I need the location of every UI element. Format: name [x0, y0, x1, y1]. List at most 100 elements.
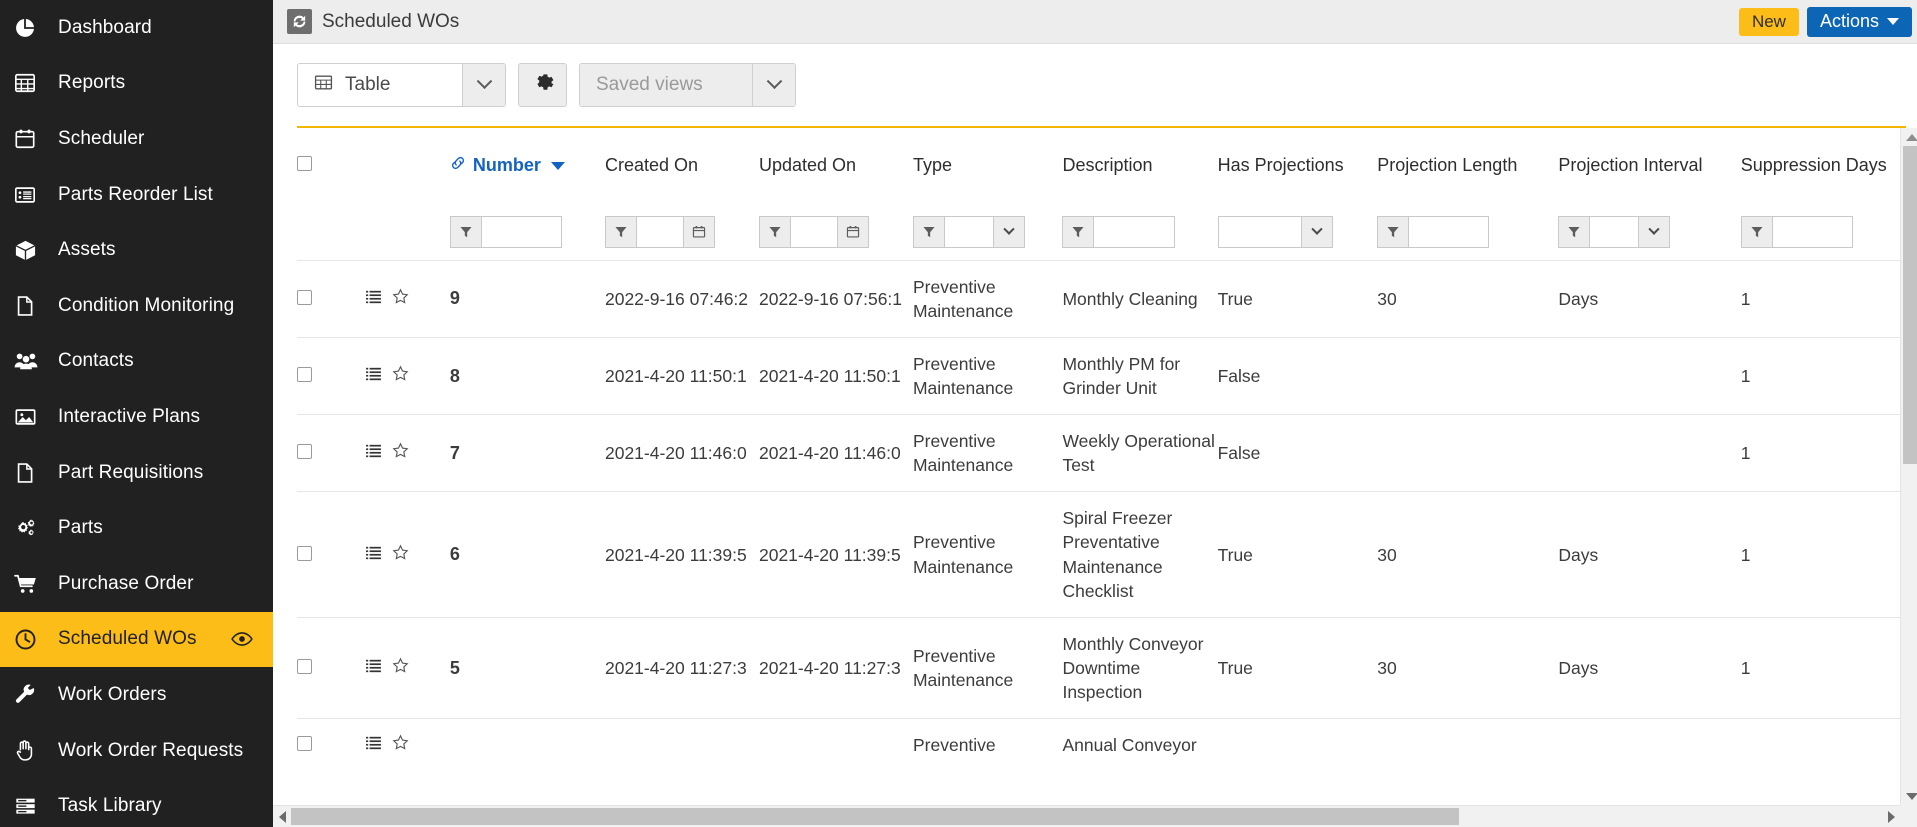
sidebar-item-scheduler[interactable]: Scheduler	[0, 111, 273, 167]
filter-suppression-days-input[interactable]	[1772, 216, 1852, 247]
filter-type-input[interactable]	[944, 216, 993, 247]
column-header-number[interactable]: Number	[450, 128, 605, 204]
row-menu-icon[interactable]	[365, 543, 382, 567]
table-row[interactable]: 6 2021-4-20 11:39:5 2021-4-20 11:39:5 Pr…	[297, 491, 1917, 618]
favorite-star-icon[interactable]	[392, 364, 409, 388]
filter-funnel-icon[interactable]	[1741, 216, 1773, 247]
filter-suppression-days[interactable]	[1740, 215, 1853, 248]
scroll-left-button[interactable]	[273, 810, 291, 823]
row-checkbox[interactable]	[297, 545, 312, 561]
sidebar-item-contacts[interactable]: Contacts	[0, 334, 273, 390]
sidebar-item-purchase-order[interactable]: Purchase Order	[0, 556, 273, 612]
row-menu-icon[interactable]	[365, 656, 382, 680]
filter-number-input[interactable]	[481, 216, 561, 247]
column-header-projection-interval[interactable]: Projection Interval	[1558, 128, 1740, 204]
table-row[interactable]: 8 2021-4-20 11:50:1 2021-4-20 11:50:1 Pr…	[297, 337, 1917, 414]
sidebar-item-scheduled-wos[interactable]: Scheduled WOs	[0, 611, 273, 668]
table-row[interactable]: 5 2021-4-20 11:27:3 2021-4-20 11:27:3 Pr…	[297, 617, 1917, 718]
filter-funnel-icon[interactable]	[1063, 216, 1095, 247]
filter-funnel-icon[interactable]	[450, 216, 482, 247]
filter-updated-on[interactable]	[758, 215, 869, 248]
sidebar-item-part-requisitions[interactable]: Part Requisitions	[0, 445, 273, 501]
vertical-scroll-thumb[interactable]	[1903, 146, 1917, 464]
sidebar-item-reports[interactable]: Reports	[0, 56, 273, 112]
column-header-type[interactable]: Type	[913, 128, 1062, 204]
chevron-down-icon[interactable]	[1300, 216, 1332, 247]
saved-views-select[interactable]: Saved views	[579, 63, 796, 107]
table-row[interactable]: 7 2021-4-20 11:46:0 2021-4-20 11:46:0 Pr…	[297, 414, 1917, 492]
actions-button[interactable]: Actions	[1806, 6, 1912, 37]
filter-projection-interval[interactable]	[1558, 215, 1671, 248]
row-menu-icon[interactable]	[365, 364, 382, 388]
row-checkbox[interactable]	[297, 659, 312, 675]
sidebar-item-condition-monitoring[interactable]: Condition Monitoring	[0, 278, 273, 334]
filter-projection-length[interactable]	[1377, 215, 1490, 248]
scroll-down-button[interactable]	[1901, 787, 1917, 805]
table-settings-button[interactable]	[518, 63, 567, 107]
column-header-updated-on[interactable]: Updated On	[759, 128, 913, 204]
filter-description-input[interactable]	[1094, 216, 1175, 247]
row-checkbox[interactable]	[297, 289, 312, 305]
row-checkbox[interactable]	[297, 736, 312, 752]
sidebar-item-parts-reorder-list[interactable]: Parts Reorder List	[0, 167, 273, 223]
filter-projection-interval-input[interactable]	[1590, 216, 1639, 247]
sidebar-item-assets[interactable]: Assets	[0, 222, 273, 278]
filter-number[interactable]	[449, 215, 562, 248]
column-header-suppression-days[interactable]: Suppression Days	[1741, 128, 1917, 204]
eye-icon[interactable]	[231, 632, 253, 647]
favorite-star-icon[interactable]	[392, 543, 409, 567]
favorite-star-icon[interactable]	[392, 733, 409, 757]
sidebar-item-interactive-plans[interactable]: Interactive Plans	[0, 389, 273, 445]
row-checkbox[interactable]	[297, 366, 312, 382]
filter-type[interactable]	[912, 215, 1025, 248]
row-number-link[interactable]	[450, 719, 605, 772]
view-mode-select[interactable]: Table	[297, 63, 506, 107]
scroll-up-button[interactable]	[1901, 128, 1917, 146]
filter-funnel-icon[interactable]	[1378, 216, 1410, 247]
row-number-link[interactable]: 7	[450, 415, 605, 492]
sidebar-item-work-order-requests[interactable]: Work Order Requests	[0, 723, 273, 779]
view-mode-dropdown-toggle[interactable]	[462, 64, 505, 106]
filter-funnel-icon[interactable]	[913, 216, 945, 247]
horizontal-scroll-thumb[interactable]	[291, 808, 1459, 825]
table-row[interactable]: Preventive Annual Conveyor	[297, 718, 1917, 772]
new-button[interactable]: New	[1738, 7, 1799, 36]
view-mode-value[interactable]: Table	[298, 64, 462, 106]
sidebar-item-task-library[interactable]: Task Library	[0, 778, 273, 827]
chevron-down-icon[interactable]	[1638, 216, 1670, 247]
filter-description[interactable]	[1062, 215, 1176, 248]
horizontal-scrollbar[interactable]	[273, 805, 1900, 827]
vertical-scrollbar[interactable]	[1900, 128, 1917, 805]
favorite-star-icon[interactable]	[392, 287, 409, 311]
row-number-link[interactable]: 9	[450, 260, 605, 337]
column-header-created-on[interactable]: Created On	[605, 128, 759, 204]
filter-created-on[interactable]	[604, 215, 715, 248]
saved-views-dropdown-toggle[interactable]	[752, 64, 795, 106]
favorite-star-icon[interactable]	[392, 656, 409, 680]
calendar-icon[interactable]	[682, 216, 714, 247]
sidebar-item-dashboard[interactable]: Dashboard	[0, 0, 273, 56]
select-all-checkbox[interactable]	[297, 156, 312, 172]
row-menu-icon[interactable]	[365, 287, 382, 311]
row-menu-icon[interactable]	[365, 733, 382, 757]
chevron-down-icon[interactable]	[992, 216, 1024, 247]
row-checkbox[interactable]	[297, 444, 312, 460]
filter-updated-on-input[interactable]	[790, 216, 837, 247]
sidebar-item-parts[interactable]: Parts	[0, 500, 273, 556]
row-menu-icon[interactable]	[365, 441, 382, 465]
row-number-link[interactable]: 8	[450, 337, 605, 414]
filter-has-projections[interactable]	[1217, 215, 1333, 248]
column-header-description[interactable]: Description	[1062, 128, 1217, 204]
table-row[interactable]: 9 2022-9-16 07:46:2 2022-9-16 07:56:1 Pr…	[297, 260, 1917, 337]
filter-projection-length-input[interactable]	[1409, 216, 1489, 247]
scroll-right-button[interactable]	[1882, 806, 1900, 827]
sidebar-item-work-orders[interactable]: Work Orders	[0, 667, 273, 723]
filter-has-projections-input[interactable]	[1218, 216, 1301, 247]
filter-funnel-icon[interactable]	[759, 216, 791, 247]
column-header-projection-length[interactable]: Projection Length	[1377, 128, 1558, 204]
column-header-has-projections[interactable]: Has Projections	[1218, 128, 1378, 204]
filter-funnel-icon[interactable]	[605, 216, 637, 247]
row-number-link[interactable]: 6	[450, 492, 605, 618]
calendar-icon[interactable]	[836, 216, 868, 247]
favorite-star-icon[interactable]	[392, 441, 409, 465]
